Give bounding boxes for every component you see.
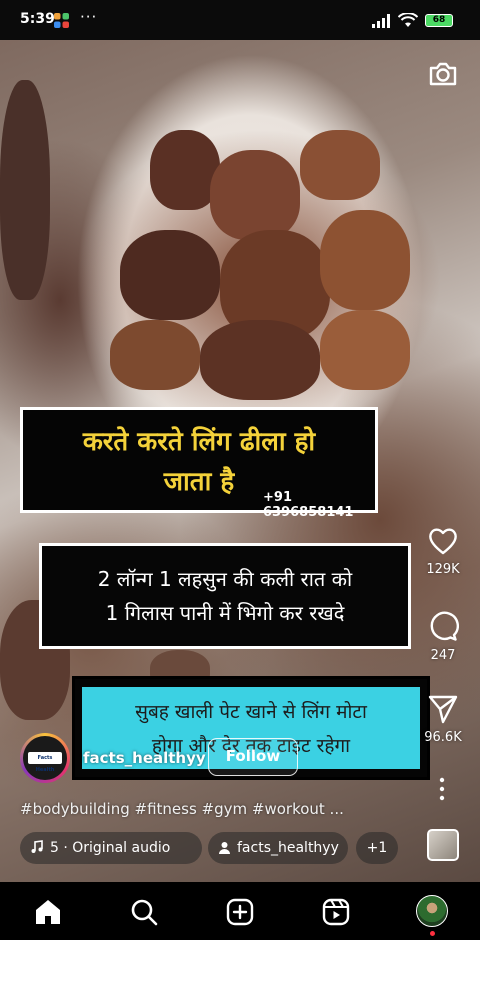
search-icon[interactable] <box>128 896 160 928</box>
tagged-user-label: facts_healthyy <box>237 840 339 856</box>
overlay-text-box-2: 2 लॉन्ग 1 लहसुन की कली रात को 1 गिलास पा… <box>39 543 411 649</box>
box2-line-1: 2 लॉन्ग 1 लहसुन की कली रात को <box>97 567 353 591</box>
reels-icon[interactable] <box>320 896 352 928</box>
clove <box>110 320 200 390</box>
clove <box>0 80 50 300</box>
author-username[interactable]: facts_healthyy <box>83 749 206 767</box>
audio-thumbnail[interactable] <box>427 829 459 861</box>
box2-line-2: 1 गिलास पानी में भिगो कर रखदे <box>105 601 345 625</box>
caption-hashtags[interactable]: #bodybuilding #fitness #gym #workout ... <box>20 800 344 818</box>
overlay-text-box-1: करते करते लिंग ढीला हो जाता है +91 63968… <box>20 407 378 520</box>
more-options-icon[interactable] <box>434 776 450 802</box>
battery-icon: 68 <box>425 14 453 27</box>
status-bar: 5:39 ··· 68 <box>0 0 480 40</box>
clove <box>320 310 410 390</box>
original-audio-chip[interactable]: 5 · Original audio <box>20 832 202 864</box>
person-icon <box>219 842 230 854</box>
wifi-icon <box>398 13 418 27</box>
notification-dot <box>430 931 435 936</box>
status-more-dots: ··· <box>80 8 98 26</box>
share-button[interactable]: 96.6K <box>413 694 473 745</box>
follow-button[interactable]: Follow <box>208 738 298 776</box>
comment-button[interactable]: 247 <box>413 610 473 663</box>
tagged-user-chip[interactable]: facts_healthyy <box>208 832 348 864</box>
audio-label: 5 · Original audio <box>50 840 171 856</box>
clove <box>300 130 380 200</box>
author-avatar[interactable]: Facts Health <box>20 733 70 783</box>
overlay-line-1: करते करते लिंग ढीला हो <box>82 427 316 457</box>
app-notification-icon <box>54 13 69 28</box>
heart-icon <box>429 528 457 555</box>
like-button[interactable]: 129K <box>413 526 473 577</box>
create-icon[interactable] <box>224 896 256 928</box>
bottom-nav <box>0 882 480 940</box>
share-count: 96.6K <box>424 730 462 745</box>
profile-avatar[interactable] <box>416 895 448 927</box>
clove <box>200 320 320 400</box>
box3-line-1: सुबह खाली पेट खाने से लिंग मोटा <box>135 701 367 723</box>
avatar-badge-text: Facts Health <box>28 752 62 773</box>
clove <box>120 230 220 320</box>
clove <box>210 150 300 240</box>
camera-icon[interactable] <box>427 58 459 90</box>
more-tags-chip[interactable]: +1 <box>356 832 398 864</box>
clove <box>320 210 410 310</box>
comment-icon <box>430 611 459 641</box>
home-icon[interactable] <box>32 896 64 928</box>
overlay-phone-number: +91 6396858141 <box>263 490 354 520</box>
status-time: 5:39 <box>20 11 55 27</box>
signal-icon <box>372 14 390 28</box>
like-count: 129K <box>426 562 460 577</box>
music-note-icon <box>31 840 43 853</box>
send-icon <box>428 695 458 724</box>
comment-count: 247 <box>430 648 456 663</box>
